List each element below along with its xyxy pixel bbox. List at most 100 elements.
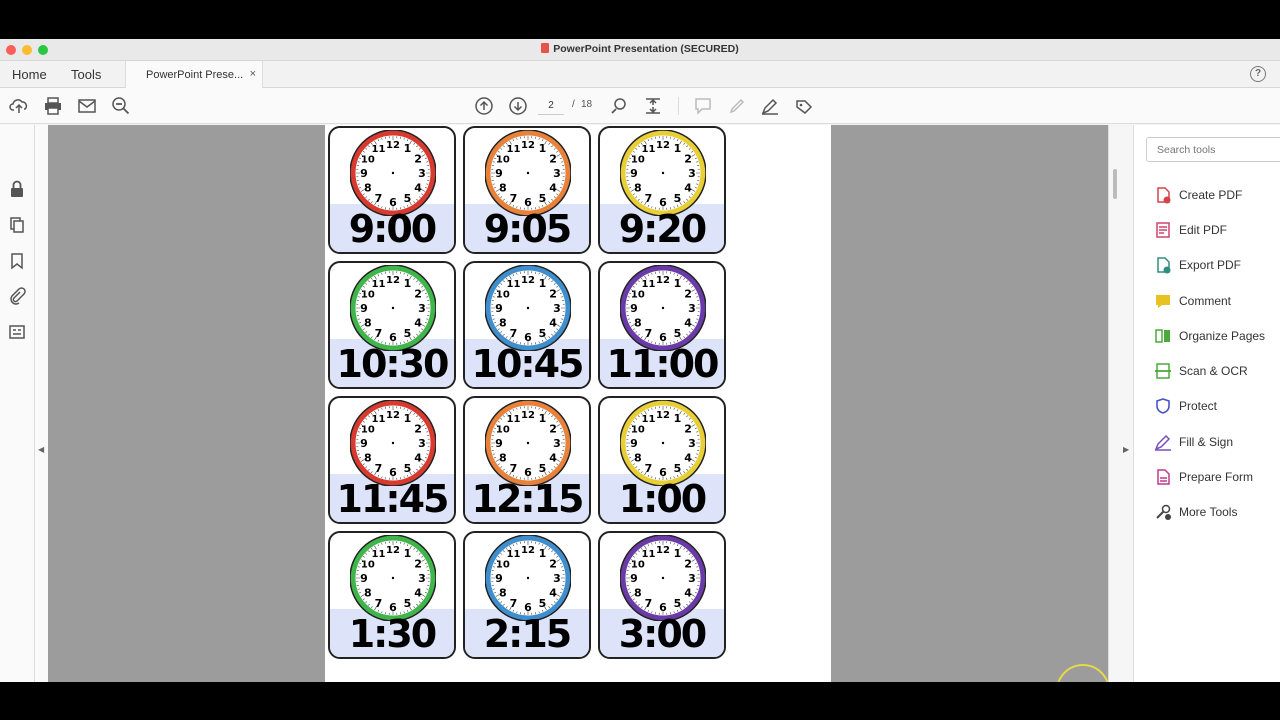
tool-more-tools[interactable]: More Tools bbox=[1154, 501, 1280, 523]
svg-text:9: 9 bbox=[495, 167, 503, 180]
print-icon[interactable] bbox=[43, 96, 63, 116]
tab-tools[interactable]: Tools bbox=[71, 67, 101, 82]
tool-scan-ocr[interactable]: Scan & OCR bbox=[1154, 360, 1280, 382]
fill-sign-icon bbox=[1154, 433, 1172, 451]
svg-text:3: 3 bbox=[418, 167, 426, 180]
vertical-scrollbar-thumb[interactable] bbox=[1113, 169, 1117, 199]
attachment-icon[interactable] bbox=[8, 287, 26, 305]
svg-text:8: 8 bbox=[364, 317, 372, 330]
svg-text:3: 3 bbox=[553, 572, 561, 585]
tool-export-pdf[interactable]: Export PDF bbox=[1154, 254, 1280, 276]
svg-text:10: 10 bbox=[631, 425, 645, 436]
export-pdf-icon bbox=[1154, 256, 1172, 274]
clock-face-icon: 1234567891011 12 bbox=[485, 265, 571, 351]
clock-card: 1 2 3 4 5 6 7 8 9 10 11 12 1:30 bbox=[328, 531, 456, 659]
svg-text:2: 2 bbox=[549, 288, 557, 301]
screen: PowerPoint Presentation (SECURED) Home T… bbox=[0, 0, 1280, 720]
find-icon[interactable] bbox=[609, 96, 629, 116]
svg-text:2: 2 bbox=[684, 288, 692, 301]
tag-icon[interactable] bbox=[794, 96, 814, 116]
pages-icon[interactable] bbox=[8, 216, 26, 234]
layers-icon[interactable] bbox=[8, 323, 26, 341]
highlight-icon[interactable] bbox=[727, 96, 747, 116]
svg-text:11: 11 bbox=[372, 549, 386, 560]
svg-text:3: 3 bbox=[553, 302, 561, 315]
page-total: 18 bbox=[581, 99, 593, 110]
tool-organize-pages[interactable]: Organize Pages bbox=[1154, 325, 1280, 347]
svg-text:2: 2 bbox=[414, 288, 422, 301]
svg-text:12: 12 bbox=[521, 140, 535, 151]
page-number-input[interactable]: 2 bbox=[538, 97, 564, 115]
clock-face-icon: 1234567891011 12 bbox=[485, 130, 571, 216]
toolbar: 2 / 18 bbox=[0, 88, 1280, 124]
tab-document[interactable]: PowerPoint Prese... × bbox=[125, 61, 263, 88]
svg-text:4: 4 bbox=[684, 182, 692, 195]
protect-icon bbox=[1154, 397, 1172, 415]
bookmark-icon[interactable] bbox=[8, 252, 26, 270]
svg-text:11: 11 bbox=[642, 279, 656, 290]
svg-text:10: 10 bbox=[361, 425, 375, 436]
panel-splitter[interactable]: ▶ bbox=[1108, 125, 1134, 682]
tool-label: Scan & OCR bbox=[1179, 364, 1248, 378]
svg-text:9: 9 bbox=[360, 167, 368, 180]
clock-face-icon: 1234567891011 12 bbox=[485, 535, 571, 621]
left-panel-collapse[interactable]: ◀ bbox=[35, 125, 48, 682]
svg-text:11: 11 bbox=[507, 414, 521, 425]
svg-text:11: 11 bbox=[507, 144, 521, 155]
tool-comment[interactable]: Comment bbox=[1154, 290, 1280, 312]
clock-face-icon: 1234567891011 12 bbox=[485, 400, 571, 486]
svg-text:4: 4 bbox=[684, 317, 692, 330]
svg-text:11: 11 bbox=[372, 279, 386, 290]
organize-pages-icon bbox=[1154, 327, 1172, 345]
tool-prepare-form[interactable]: Prepare Form bbox=[1154, 466, 1280, 488]
clock-card: 1 2 3 4 5 6 7 8 9 10 11 12 10:30 bbox=[328, 261, 456, 389]
search-tools-input[interactable] bbox=[1146, 137, 1280, 162]
help-icon[interactable]: ? bbox=[1250, 66, 1266, 82]
comment-tool-icon[interactable] bbox=[693, 96, 713, 116]
tool-label: More Tools bbox=[1179, 505, 1238, 519]
svg-text:4: 4 bbox=[414, 182, 422, 195]
lock-icon[interactable] bbox=[8, 180, 26, 198]
svg-text:3: 3 bbox=[418, 437, 426, 450]
clock-card: 1 2 3 4 5 6 7 8 9 10 11 12 2:15 bbox=[463, 531, 591, 659]
tool-protect[interactable]: Protect bbox=[1154, 395, 1280, 417]
tool-label: Export PDF bbox=[1179, 258, 1242, 272]
svg-text:4: 4 bbox=[684, 452, 692, 465]
svg-text:8: 8 bbox=[364, 587, 372, 600]
scan-ocr-icon bbox=[1154, 362, 1172, 380]
tool-edit-pdf[interactable]: Edit PDF bbox=[1154, 219, 1280, 241]
fit-page-icon[interactable] bbox=[643, 96, 663, 116]
pdf-page: 1 2 3 4 5 6 7 8 9 10 11 12 9:00 1 2 3 4 5 6 7 8 9 10 11 12 9:05 1 2… bbox=[325, 125, 831, 682]
tab-bar: Home Tools PowerPoint Prese... × ? bbox=[0, 61, 1280, 88]
svg-text:12: 12 bbox=[386, 410, 400, 421]
svg-text:2: 2 bbox=[684, 558, 692, 571]
upload-icon[interactable] bbox=[9, 96, 29, 116]
tab-home[interactable]: Home bbox=[12, 67, 47, 82]
close-tab-icon[interactable]: × bbox=[250, 68, 256, 80]
zoom-out-icon[interactable] bbox=[111, 96, 131, 116]
sign-icon[interactable] bbox=[760, 96, 780, 116]
tool-create-pdf[interactable]: Create PDF bbox=[1154, 184, 1280, 206]
svg-text:4: 4 bbox=[414, 317, 422, 330]
svg-text:3: 3 bbox=[688, 437, 696, 450]
clock-face-icon: 1234567891011 12 bbox=[620, 535, 706, 621]
collapse-right-icon[interactable]: ▶ bbox=[1123, 445, 1129, 454]
clock-card: 1 2 3 4 5 6 7 8 9 10 11 12 1:00 bbox=[598, 396, 726, 524]
left-rail bbox=[0, 125, 35, 682]
svg-text:11: 11 bbox=[642, 549, 656, 560]
svg-text:9: 9 bbox=[495, 437, 503, 450]
tool-label: Protect bbox=[1179, 399, 1218, 413]
clock-face-icon: 1234567891011 12 bbox=[350, 130, 436, 216]
svg-text:3: 3 bbox=[688, 167, 696, 180]
tool-fill-sign[interactable]: Fill & Sign bbox=[1154, 431, 1280, 453]
collapse-left-icon[interactable]: ◀ bbox=[38, 445, 44, 454]
document-area: ◀ 1 2 3 4 5 6 7 8 9 10 11 12 9:00 1 2 3 4 5 6 7 8 9 10 11 12 9:05… bbox=[35, 125, 1110, 682]
svg-text:4: 4 bbox=[414, 452, 422, 465]
page-up-icon[interactable] bbox=[474, 96, 494, 116]
svg-text:2: 2 bbox=[684, 423, 692, 436]
page-down-icon[interactable] bbox=[508, 96, 528, 116]
svg-text:4: 4 bbox=[549, 182, 557, 195]
more-tools-icon bbox=[1154, 503, 1172, 521]
acrobat-window: PowerPoint Presentation (SECURED) Home T… bbox=[0, 39, 1280, 682]
mail-icon[interactable] bbox=[77, 96, 97, 116]
